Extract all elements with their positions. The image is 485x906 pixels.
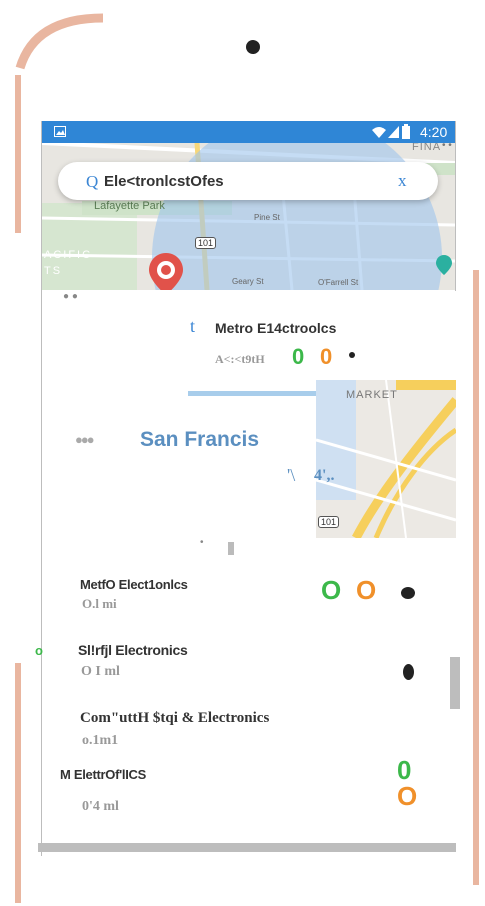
selected-place-address: A<:<t9tH (215, 352, 265, 366)
result-1-badge-orange: O (356, 575, 377, 605)
result-name: MetfO Elect1onlcs (80, 577, 188, 592)
result-1-badge-green: O (321, 575, 342, 605)
result-item-2[interactable]: Sl!rfjl Electronics O I ml (78, 640, 398, 682)
city-dots: ●●● (75, 432, 95, 447)
bottom-bar (38, 843, 456, 852)
map-label-corner: FINA (412, 143, 442, 153)
result-name: Com"uttH $tqi & Electronics (80, 710, 270, 726)
top-dot (246, 40, 260, 54)
clear-search-button[interactable]: x (398, 171, 407, 191)
location-pin-icon (149, 253, 183, 290)
city-sub-mark: '\ (287, 465, 296, 485)
scroll-marker (228, 542, 234, 555)
result-name: M ElettrOf'lICS (60, 767, 146, 782)
decor-bar-right (473, 270, 479, 885)
result-distance: O I ml (81, 664, 120, 679)
search-query[interactable]: Ele<tronlcstOfes (104, 173, 224, 190)
image-icon (54, 126, 66, 137)
selected-place-name[interactable]: Metro E14ctroolcs (215, 320, 336, 336)
city-name: San Francis (140, 428, 260, 451)
decor-bar-left-bottom (15, 663, 21, 903)
map-preview-label-market: MARKET (346, 389, 398, 401)
result-2-dot (403, 664, 414, 680)
scrollbar[interactable] (450, 657, 460, 709)
status-time: 4:20 (420, 124, 448, 140)
result-distance: o.1m1 (82, 733, 119, 748)
pager-dots: ● ● (63, 291, 78, 302)
map-label-street2: Geary St (232, 277, 264, 286)
result-name: Sl!rfjl Electronics (78, 642, 188, 658)
poi-marker-icon (436, 255, 452, 275)
result-4-badge-orange: O (397, 781, 418, 811)
result-2-prefix: o (35, 643, 43, 658)
battery-icon (402, 124, 410, 139)
selected-place-icon: t (190, 316, 196, 336)
map-preview[interactable]: MARKET 101 (316, 380, 456, 538)
result-distance: 0'4 ml (82, 799, 119, 814)
decor-arc (15, 13, 104, 70)
map-label-park: Lafayette Park (94, 200, 165, 212)
map-preview-highway: 101 (318, 516, 340, 528)
search-bar[interactable]: Q Ele<tronlcstOfes x (58, 162, 438, 200)
search-icon: Q (86, 172, 99, 191)
selected-dot (349, 352, 355, 358)
result-item-3[interactable]: Com"uttH $tqi & Electronics o.1m1 (80, 708, 420, 750)
status-bar: 4:20 (42, 121, 455, 143)
wifi-icon (372, 127, 386, 138)
small-tick: • (200, 537, 204, 548)
map-label-street1: Pine St (254, 213, 280, 222)
map-preview-graphics (316, 380, 456, 538)
result-distance: O.l mi (82, 596, 117, 611)
result-item-4[interactable]: M ElettrOf'lICS 0'4 ml (60, 765, 400, 815)
map-label-ocean2: TS (44, 265, 63, 277)
selected-badge-green: 0 (292, 344, 305, 369)
map-label-ocean: ACIFIC (44, 249, 93, 261)
frame-right-line (455, 121, 456, 291)
map-label-street3: O'Farrell St (318, 278, 359, 287)
dots-indicator: • • (442, 140, 452, 151)
city-sub-value: 4',. (314, 467, 335, 484)
result-1-dot (401, 587, 415, 599)
highway-shield: 101 (195, 237, 217, 249)
signal-icon (388, 126, 399, 138)
decor-bar-left-top (15, 75, 21, 233)
selected-badge-orange: 0 (320, 344, 333, 369)
